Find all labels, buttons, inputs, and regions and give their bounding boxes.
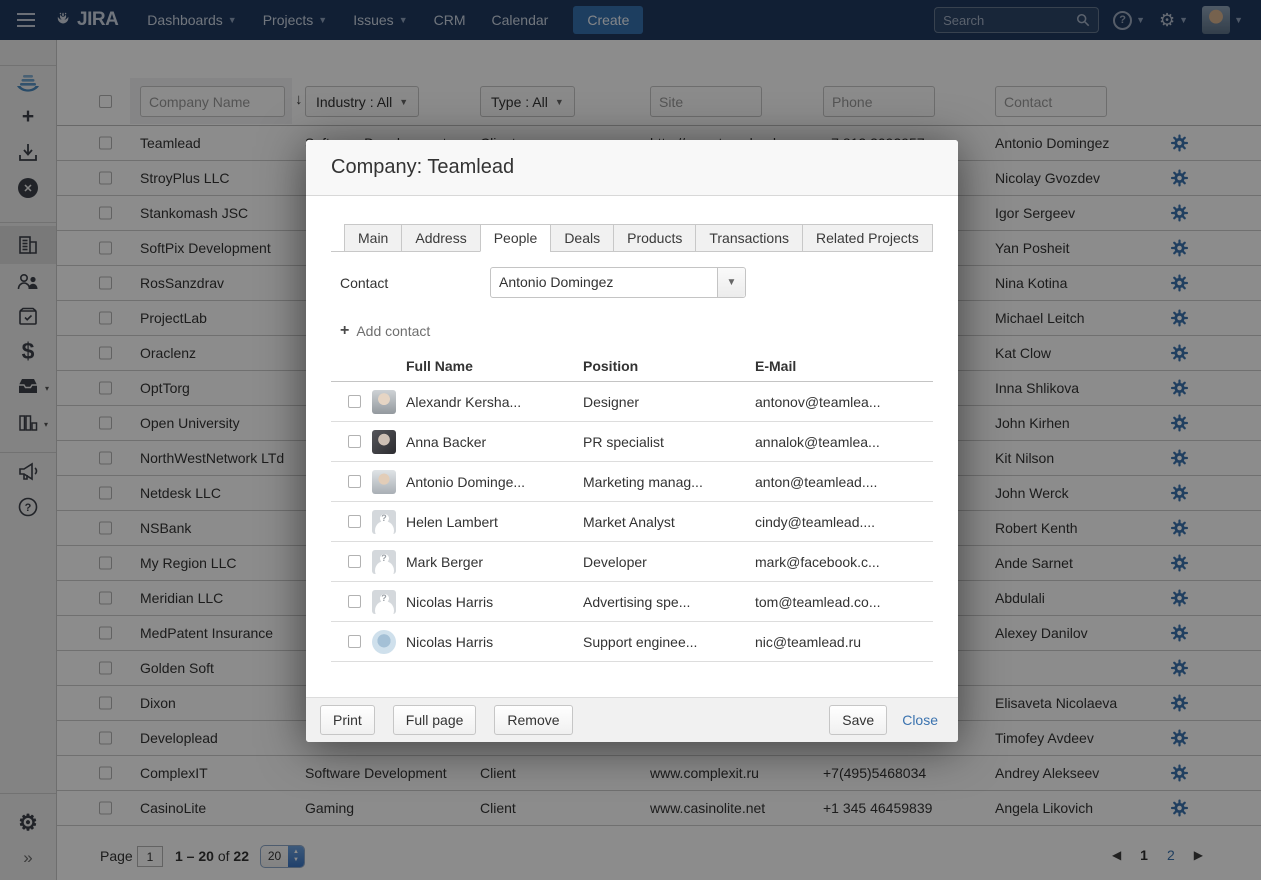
person-email: mark@facebook.c... — [755, 554, 880, 570]
person-position: PR specialist — [583, 434, 664, 450]
dialog-title: Company: Teamlead — [331, 156, 514, 179]
tab-address[interactable]: Address — [401, 224, 479, 252]
remove-button[interactable]: Remove — [494, 705, 572, 735]
tab-transactions[interactable]: Transactions — [695, 224, 802, 252]
person-position: Designer — [583, 394, 639, 410]
person-checkbox[interactable] — [348, 395, 361, 408]
person-name[interactable]: Nicolas Harris — [406, 634, 493, 650]
person-name[interactable]: Antonio Dominge... — [406, 474, 525, 490]
person-checkbox[interactable] — [348, 555, 361, 568]
person-row: Nicolas Harris Advertising spe... tom@te… — [331, 582, 933, 622]
person-name[interactable]: Anna Backer — [406, 434, 486, 450]
person-position: Market Analyst — [583, 514, 675, 530]
person-avatar — [372, 470, 396, 494]
person-email: cindy@teamlead.... — [755, 514, 875, 530]
people-table-header: Full Name Position E-Mail — [331, 350, 933, 382]
plus-icon: + — [340, 322, 349, 340]
column-header-full-name: Full Name — [406, 358, 473, 374]
full-page-button[interactable]: Full page — [393, 705, 477, 735]
contact-label: Contact — [340, 275, 490, 291]
person-avatar — [372, 510, 396, 534]
person-row: Helen Lambert Market Analyst cindy@teaml… — [331, 502, 933, 542]
column-header-email: E-Mail — [755, 358, 796, 374]
dialog-header: Company: Teamlead — [306, 140, 958, 196]
dialog-footer: Print Full page Remove Save Close — [306, 697, 958, 742]
person-avatar — [372, 390, 396, 414]
person-name[interactable]: Alexandr Kersha... — [406, 394, 521, 410]
dialog-tabs: MainAddressPeopleDealsProductsTransactio… — [331, 224, 933, 252]
person-position: Marketing manag... — [583, 474, 703, 490]
tab-products[interactable]: Products — [613, 224, 695, 252]
column-header-position: Position — [583, 358, 638, 374]
close-link[interactable]: Close — [902, 712, 938, 728]
person-avatar — [372, 590, 396, 614]
person-row: Antonio Dominge... Marketing manag... an… — [331, 462, 933, 502]
person-checkbox[interactable] — [348, 595, 361, 608]
tab-main[interactable]: Main — [344, 224, 401, 252]
person-row: Alexandr Kersha... Designer antonov@team… — [331, 382, 933, 422]
save-button[interactable]: Save — [829, 705, 887, 735]
person-avatar — [372, 630, 396, 654]
print-button[interactable]: Print — [320, 705, 375, 735]
person-avatar — [372, 430, 396, 454]
person-row: Mark Berger Developer mark@facebook.c... — [331, 542, 933, 582]
person-email: tom@teamlead.co... — [755, 594, 881, 610]
add-contact-link[interactable]: + Add contact — [340, 322, 450, 340]
person-email: antonov@teamlea... — [755, 394, 881, 410]
person-position: Developer — [583, 554, 647, 570]
tab-deals[interactable]: Deals — [550, 224, 613, 252]
person-row: Nicolas Harris Support enginee... nic@te… — [331, 622, 933, 662]
dialog-body: MainAddressPeopleDealsProductsTransactio… — [306, 196, 958, 662]
person-checkbox[interactable] — [348, 635, 361, 648]
person-email: nic@teamlead.ru — [755, 634, 861, 650]
people-rows: Alexandr Kersha... Designer antonov@team… — [331, 382, 933, 662]
tab-people[interactable]: People — [480, 224, 551, 252]
contact-select[interactable]: Antonio Domingez ▼ — [490, 267, 746, 298]
contact-select-value: Antonio Domingez — [491, 268, 717, 297]
chevron-down-icon[interactable]: ▼ — [717, 268, 745, 297]
person-avatar — [372, 550, 396, 574]
person-name[interactable]: Mark Berger — [406, 554, 483, 570]
people-table: Full Name Position E-Mail Alexandr Kersh… — [331, 350, 933, 662]
person-position: Advertising spe... — [583, 594, 690, 610]
person-row: Anna Backer PR specialist annalok@teamle… — [331, 422, 933, 462]
person-position: Support enginee... — [583, 634, 697, 650]
company-dialog: Company: Teamlead MainAddressPeopleDeals… — [306, 140, 958, 742]
person-checkbox[interactable] — [348, 515, 361, 528]
person-name[interactable]: Helen Lambert — [406, 514, 498, 530]
person-checkbox[interactable] — [348, 475, 361, 488]
person-name[interactable]: Nicolas Harris — [406, 594, 493, 610]
person-checkbox[interactable] — [348, 435, 361, 448]
person-email: annalok@teamlea... — [755, 434, 880, 450]
contact-field-row: Contact Antonio Domingez ▼ — [331, 267, 933, 298]
tab-related-projects[interactable]: Related Projects — [802, 224, 933, 252]
person-email: anton@teamlead.... — [755, 474, 877, 490]
